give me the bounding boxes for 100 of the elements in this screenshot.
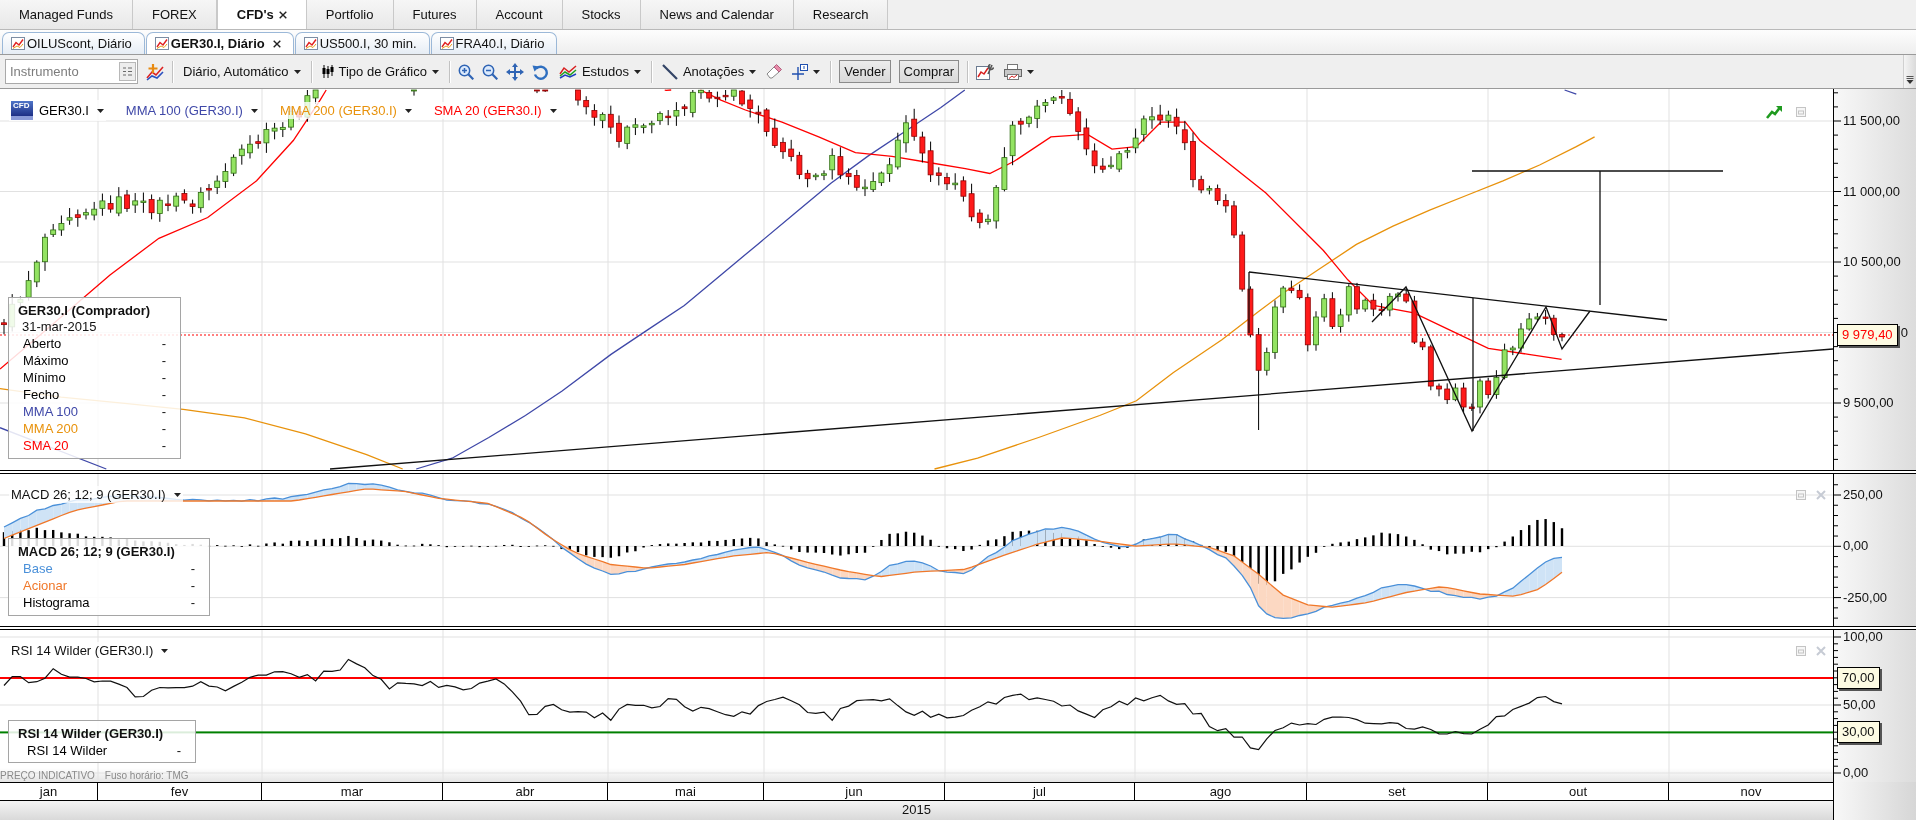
main-tab[interactable]: Research <box>793 0 889 29</box>
main-tab[interactable]: Stocks <box>562 0 641 29</box>
field-value: - <box>161 437 166 454</box>
field-value: - <box>190 560 195 577</box>
caret-icon <box>813 69 821 74</box>
field-value: - <box>161 369 166 386</box>
field-label: Aberto <box>23 335 62 352</box>
chart-tab[interactable]: US500.I, 30 min. <box>294 32 430 54</box>
month-label: out <box>1488 783 1669 800</box>
month-label: set <box>1307 783 1488 800</box>
caret-icon <box>431 69 439 74</box>
field-label: Histograma <box>23 594 90 611</box>
axis-label: 250,00 <box>1843 487 1883 503</box>
level-tag: 30,00 <box>1837 721 1880 744</box>
sell-button[interactable]: Vender <box>839 60 891 83</box>
caret-icon <box>404 108 412 113</box>
caret-icon <box>633 69 641 74</box>
axis-label: 11 000,00 <box>1843 183 1900 200</box>
overflow-icon <box>1906 76 1914 84</box>
axis-label: 50,00 <box>1843 697 1876 713</box>
main-tab[interactable]: News and Calendar <box>640 0 794 29</box>
month-label: jan <box>0 783 98 800</box>
month-label: mar <box>262 783 443 800</box>
line-chart-icon <box>154 37 169 50</box>
crosshair-icon <box>792 63 809 80</box>
annotations-dropdown[interactable]: Anotações <box>659 59 759 84</box>
eraser-icon[interactable] <box>766 64 783 79</box>
axis-label: 9 500,00 <box>1843 395 1894 411</box>
interval-dropdown[interactable]: Diário, Automático <box>181 59 303 84</box>
axis-label: 0 <box>1900 324 1908 341</box>
trend-arrow-icon[interactable] <box>1766 105 1782 119</box>
caret-icon <box>293 69 301 74</box>
caret-icon <box>749 69 757 74</box>
timezone-label: Fuso horário: TMG <box>104 769 189 781</box>
chart-add-icon[interactable] <box>146 62 164 81</box>
field-value: - <box>176 742 181 759</box>
month-label: ago <box>1135 783 1307 800</box>
indicator-lines-icon <box>558 64 577 79</box>
field-value: - <box>161 335 166 352</box>
axis-label: 0,00 <box>1843 765 1869 781</box>
close-icon[interactable] <box>278 10 287 19</box>
axis-label: -250,00 <box>1843 589 1888 606</box>
study-legend[interactable]: RSI 14 Wilder (GER30.I) <box>9 642 171 659</box>
main-tab[interactable]: Futures <box>393 0 477 29</box>
chart-type-dropdown[interactable]: Tipo de Gráfico <box>319 59 441 84</box>
month-label: abr <box>443 783 608 800</box>
zoom-in-icon[interactable] <box>457 63 474 80</box>
field-label: Base <box>23 560 53 577</box>
field-value: - <box>190 577 195 594</box>
last-price-tag: 9 979,40 <box>1837 324 1898 346</box>
axis-label: 100,00 <box>1843 629 1883 645</box>
fit-arrows-icon[interactable] <box>505 62 524 81</box>
line-chart-icon <box>439 37 454 50</box>
caret-icon <box>250 108 258 113</box>
instrument-field[interactable]: Instrumento <box>5 59 138 84</box>
month-label: jul <box>945 783 1135 800</box>
toolbar-overflow-button[interactable] <box>1903 55 1916 88</box>
field-label: SMA 20 <box>23 437 69 454</box>
field-label: RSI 14 Wilder <box>27 742 108 759</box>
month-label: fev <box>98 783 262 800</box>
month-label: mai <box>608 783 764 800</box>
buy-button[interactable]: Comprar <box>898 60 960 83</box>
price-notice: PREÇO INDICATIVO <box>0 769 95 781</box>
field-label: MMA 200 <box>23 420 78 437</box>
field-value: - <box>161 352 166 369</box>
list-icon <box>123 67 132 76</box>
main-tab[interactable]: FOREX <box>132 0 217 29</box>
field-value: - <box>161 386 166 403</box>
main-tab[interactable]: CFD's <box>216 0 307 29</box>
close-icon[interactable] <box>272 39 281 48</box>
undo-icon[interactable] <box>531 63 549 80</box>
main-tab[interactable]: Account <box>476 0 563 29</box>
field-label: Acionar <box>23 577 68 594</box>
data-window-title: RSI 14 Wilder (GER30.I) <box>18 725 165 742</box>
data-window-title: GER30.I (Comprador) <box>18 302 152 319</box>
caret-icon <box>549 108 557 113</box>
chart-tab[interactable]: OILUScont, Diário <box>2 32 145 54</box>
data-window-date: 31-mar-2015 <box>21 319 98 335</box>
month-label: jun <box>764 783 945 800</box>
main-tab[interactable]: Portfolio <box>306 0 394 29</box>
instrument-badge: CFD <box>11 101 33 120</box>
study-legend[interactable]: MACD 26; 12; 9 (GER30.I) <box>9 486 183 503</box>
axis-label: 0,00 <box>1843 538 1869 555</box>
field-label: Mínimo <box>23 369 66 386</box>
field-value: - <box>161 403 166 420</box>
study-legend[interactable]: SMA 20 (GER30.I) <box>431 102 559 119</box>
field-label: Fecho <box>23 386 60 403</box>
chart-tab[interactable]: GER30.I, Diário <box>145 32 294 54</box>
zoom-out-icon[interactable] <box>481 63 498 80</box>
diagonal-line-icon <box>661 63 678 80</box>
field-label: Máximo <box>23 352 69 369</box>
chart-wrench-icon[interactable] <box>976 63 995 80</box>
axis-label: 10 500,00 <box>1843 254 1901 270</box>
instrument-legend[interactable]: CFD GER30.I <box>9 100 106 121</box>
chart-tab[interactable]: FRA40.I, Diário <box>430 32 558 54</box>
caret-icon <box>96 108 104 113</box>
line-chart-icon <box>303 37 318 50</box>
studies-dropdown[interactable]: Estudos <box>556 59 643 84</box>
lookup-button[interactable] <box>119 62 136 81</box>
main-tab[interactable]: Managed Funds <box>0 0 133 29</box>
